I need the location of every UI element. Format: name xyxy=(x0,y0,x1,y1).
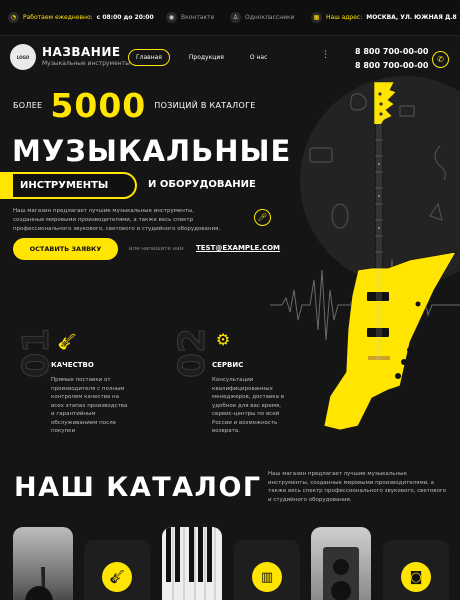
or-write-text: или напишите нам xyxy=(129,246,184,252)
odnoklassniki-icon: ♙ xyxy=(230,12,241,23)
hours-label: Работаем ежедневно: xyxy=(23,14,93,21)
guitar-amp-icon: 🎸︎ xyxy=(56,331,78,351)
catalog-description: Наш магазин предлагает лучшие музыкальны… xyxy=(268,471,447,503)
vk-link[interactable]: ◉ Вконтакте xyxy=(166,12,214,23)
electric-guitar-image xyxy=(323,81,457,431)
feature-title-1: КАЧЕСТВО xyxy=(51,361,94,369)
feature-title-2: СЕРВИС xyxy=(212,361,244,369)
brand-subtitle: Музыкальные инструменты xyxy=(42,60,130,67)
hero-count-line: БОЛЕЕ 5000 ПОЗИЦИЙ В КАТАЛОГЕ xyxy=(13,89,256,122)
synthesizer-icon: ▥ xyxy=(252,562,282,592)
ok-label: Одноклассники xyxy=(245,14,295,21)
ok-link[interactable]: ♙ Одноклассники xyxy=(230,12,295,23)
hero-positions-text: ПОЗИЦИЙ В КАТАЛОГЕ xyxy=(154,101,256,110)
feature-number-2: 02 xyxy=(172,327,214,378)
working-hours: ◔ Работаем ежедневно: с 08:00 до 20:00 xyxy=(8,12,154,23)
speaker-icon: ◙ xyxy=(401,562,431,592)
hero-title: МУЗЫКАЛЬНЫЕ xyxy=(12,134,292,168)
nav-products[interactable]: Продукция xyxy=(182,50,231,65)
microphone-icon: 🎤︎ xyxy=(254,209,271,226)
feature-number-1: 01 xyxy=(16,327,58,378)
feature-text-2: Консультации квалифицированных менеджеро… xyxy=(212,377,284,434)
guitar-photo xyxy=(25,567,53,600)
catalog-card-studio[interactable]: ◙ xyxy=(383,540,449,600)
submit-request-button[interactable]: ОСТАВИТЬ ЗАЯВКУ xyxy=(13,238,118,260)
studio-equipment-photo xyxy=(323,547,359,600)
hero-description: Наш магазин предлагает лучшие музыкальны… xyxy=(13,208,221,232)
vk-label: Вконтакте xyxy=(181,14,215,21)
logo[interactable]: LOGO xyxy=(10,44,36,70)
hero-pill: ИНСТРУМЕНТЫ xyxy=(0,172,137,199)
catalog-card-guitars-photo[interactable] xyxy=(13,527,73,600)
hero-count: 5000 xyxy=(50,86,147,125)
header: LOGO НАЗВАНИЕ Музыкальные инструменты Гл… xyxy=(0,37,460,77)
catalog-card-keys-photo[interactable] xyxy=(162,527,222,600)
hours-value: с 08:00 до 20:00 xyxy=(96,14,154,21)
more-menu-icon[interactable]: ⋮ xyxy=(321,50,330,60)
guitar-icon: 🎸︎ xyxy=(102,562,132,592)
address: ▦ Наш адрес: МОСКВА, УЛ. ЮЖНАЯ Д.8 xyxy=(311,12,457,23)
feature-text-1: Прямые поставки от производителя с полны… xyxy=(51,377,128,434)
catalog-title: НАШ КАТАЛОГ xyxy=(14,472,262,503)
phone-2[interactable]: 8 800 700-00-00 xyxy=(355,59,428,73)
clock-icon: ◔ xyxy=(8,12,19,23)
nav-home[interactable]: Главная xyxy=(128,49,170,66)
nav-about[interactable]: О нас xyxy=(243,50,275,65)
address-label: Наш адрес: xyxy=(326,14,363,21)
piano-keys-photo xyxy=(162,527,222,600)
catalog-card-guitars[interactable]: 🎸︎ xyxy=(84,540,150,600)
catalog-card-keys[interactable]: ▥ xyxy=(234,540,300,600)
phone-numbers: 8 800 700-00-00 8 800 700-00-00 xyxy=(355,45,428,73)
hero-pill-accent xyxy=(0,172,13,199)
main-nav: Главная Продукция О нас xyxy=(128,49,274,66)
hero-more-text: БОЛЕЕ xyxy=(13,101,43,110)
page: ◔ Работаем ежедневно: с 08:00 до 20:00 ◉… xyxy=(0,0,460,600)
catalog-card-studio-photo[interactable] xyxy=(311,527,371,600)
email-link[interactable]: TEST@EXAMPLE.COM xyxy=(196,244,280,252)
brand-name: НАЗВАНИЕ xyxy=(42,45,121,59)
building-icon: ▦ xyxy=(311,12,322,23)
address-value: МОСКВА, УЛ. ЮЖНАЯ Д.8 xyxy=(366,14,457,21)
vk-icon: ◉ xyxy=(166,12,177,23)
gear-service-icon: ⚙︎ xyxy=(215,329,231,349)
hero-subtitle: И ОБОРУДОВАНИЕ xyxy=(148,179,256,190)
top-bar: ◔ Работаем ежедневно: с 08:00 до 20:00 ◉… xyxy=(0,0,460,36)
phone-1[interactable]: 8 800 700-00-00 xyxy=(355,45,428,59)
phone-call-icon[interactable]: ✆ xyxy=(432,51,449,68)
